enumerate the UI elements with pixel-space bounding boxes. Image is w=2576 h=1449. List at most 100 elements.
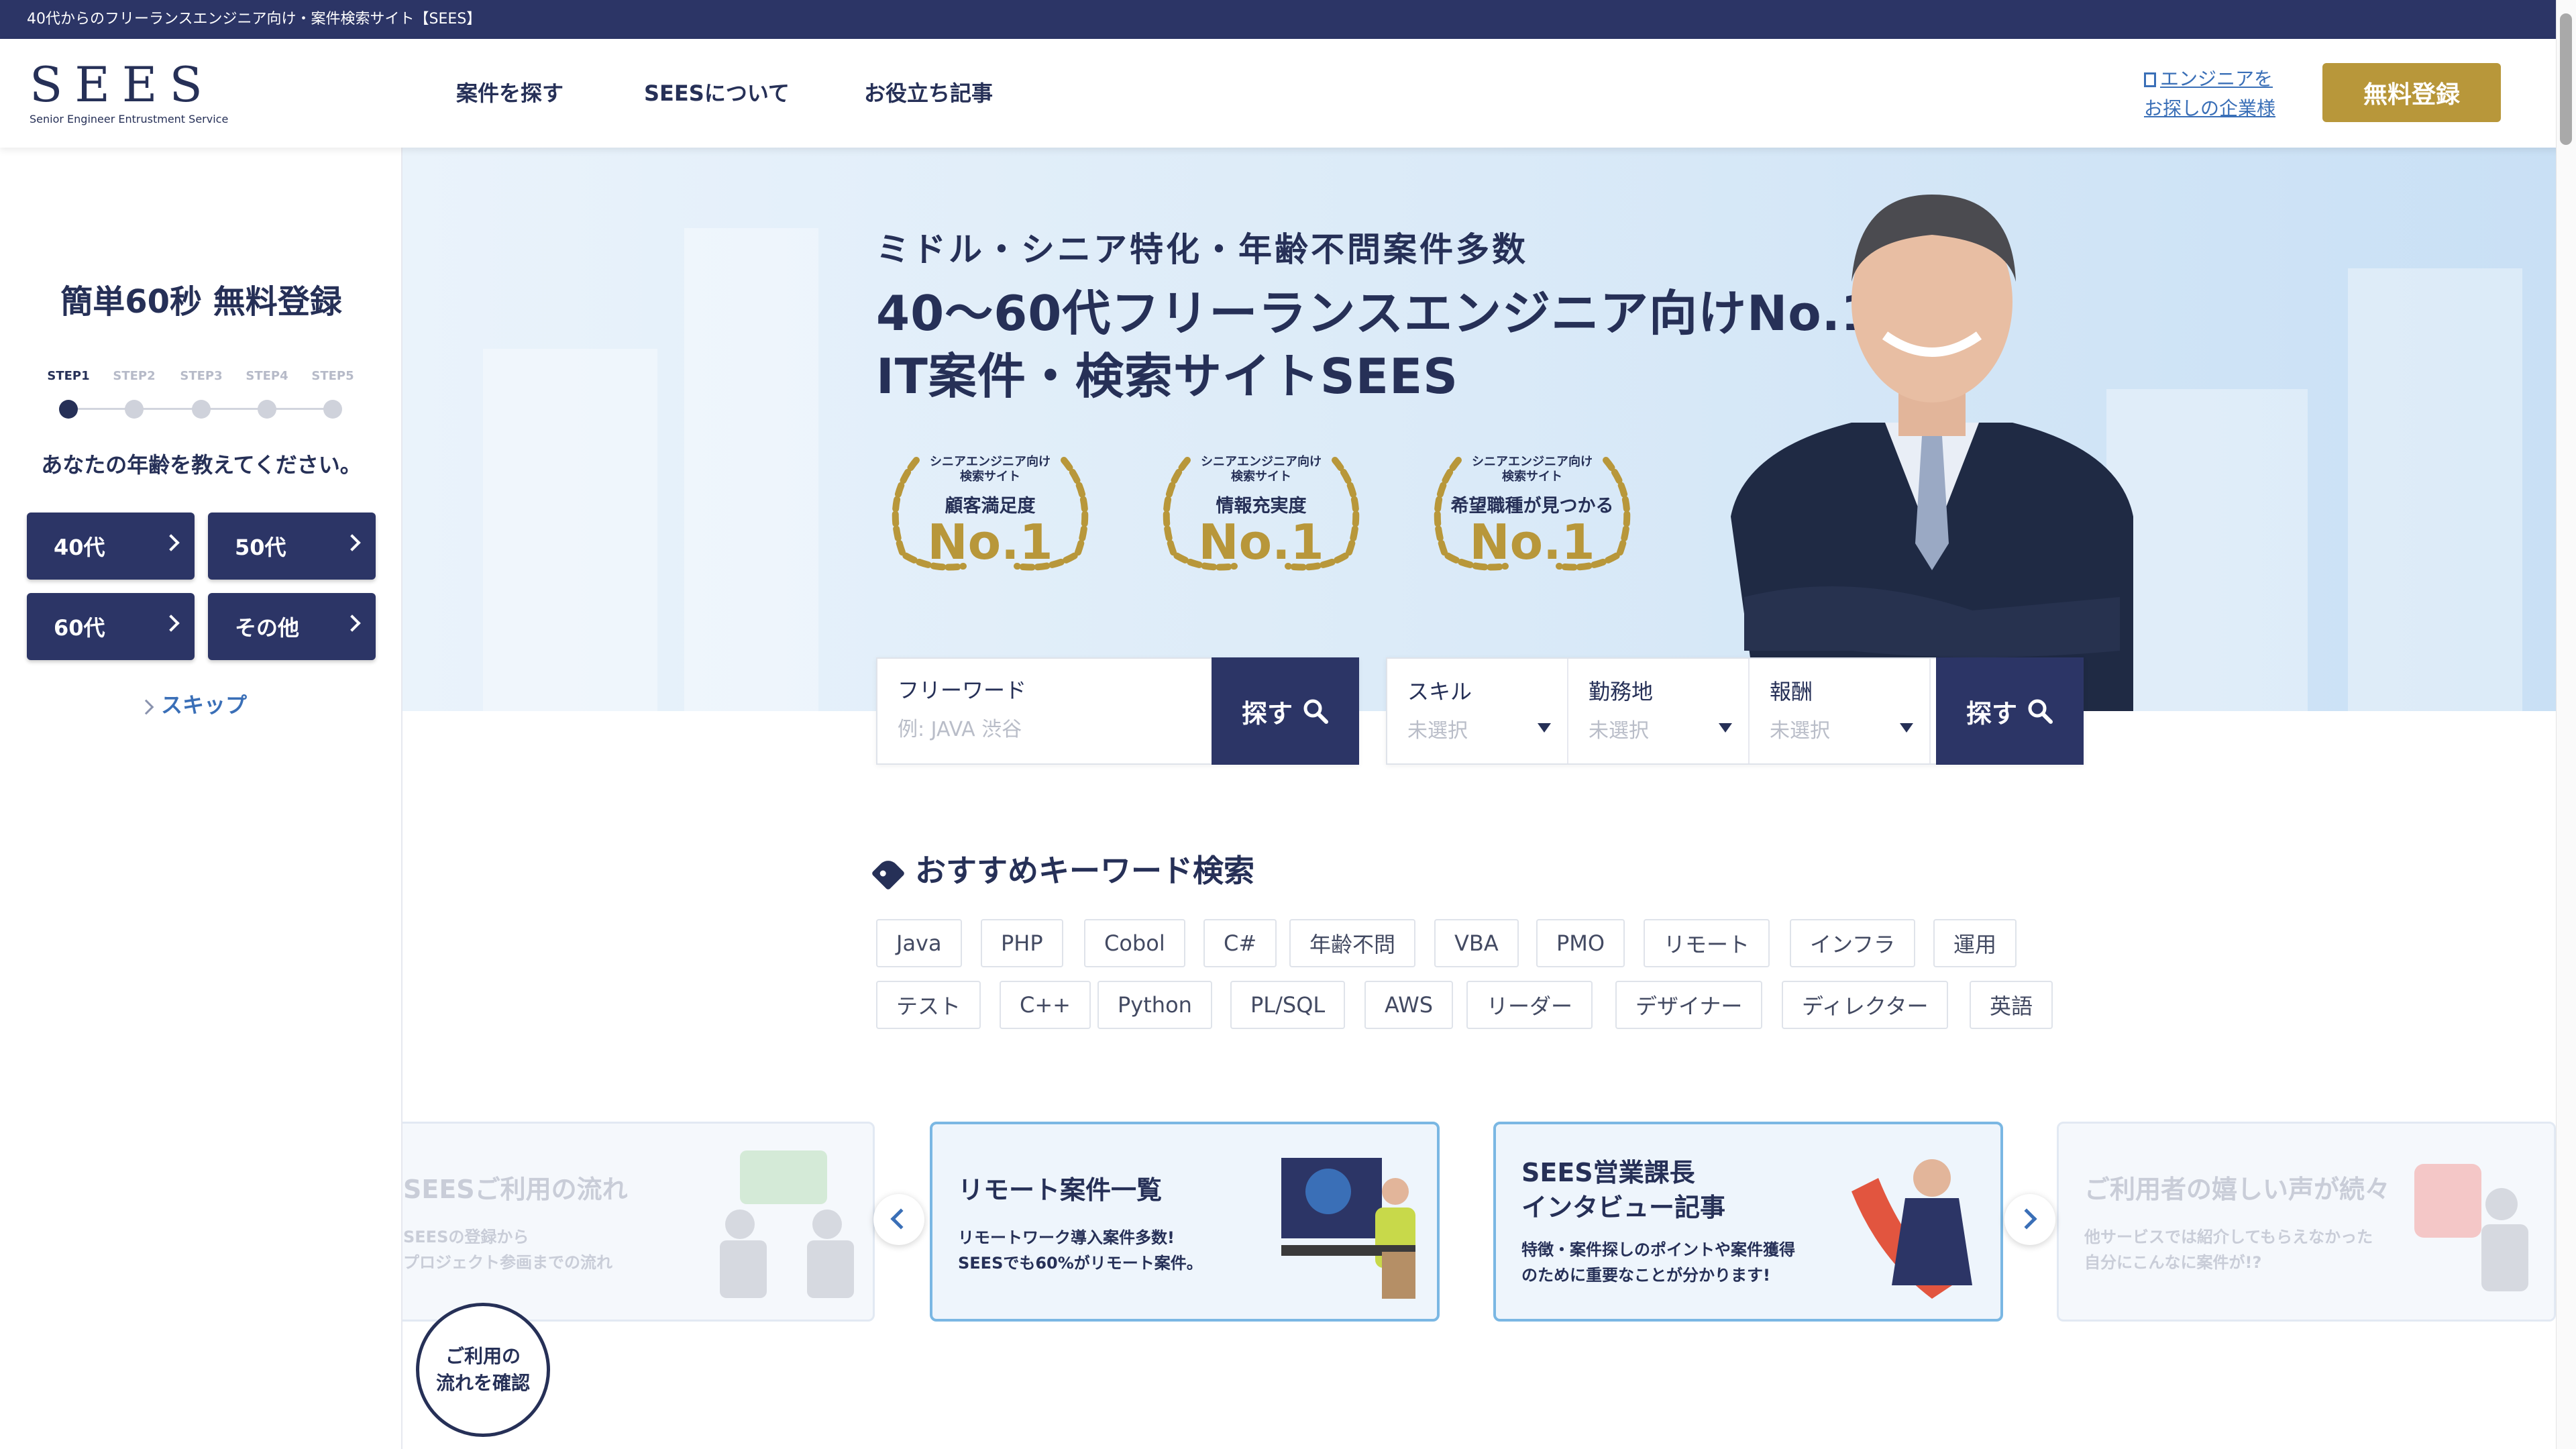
keyword-tag[interactable]: 年齢不問: [1289, 919, 1416, 967]
card-desc-line2: 自分にこんなに案件が!?: [2084, 1253, 2262, 1272]
keyword-tag[interactable]: C++: [1000, 981, 1091, 1029]
step-label-1: STEP1: [47, 369, 90, 383]
card-title: ご利用者の嬉しい声が続々: [2084, 1175, 2391, 1204]
hero-bg-shape: [684, 228, 818, 711]
keyword-tag[interactable]: ディレクター: [1782, 981, 1949, 1029]
keyword-tag[interactable]: テスト: [876, 981, 981, 1029]
reward-value: 未選択: [1770, 719, 1830, 743]
building-icon: [2144, 72, 2156, 87]
card-title-line1: SEES営業課長: [1521, 1158, 1695, 1187]
chevron-right-icon: [162, 614, 180, 632]
usage-flow-button[interactable]: ご利用の 流れを確認: [416, 1303, 550, 1437]
award-line1: シニアエンジニア向け: [1472, 455, 1593, 469]
location-value: 未選択: [1589, 719, 1649, 743]
skip-label: スキップ: [161, 692, 248, 718]
freeword-label: フリーワード: [898, 678, 1027, 703]
reward-label: 報酬: [1770, 679, 1813, 704]
chevron-left-icon: [890, 1208, 912, 1230]
skill-select[interactable]: スキル 未選択: [1387, 659, 1568, 763]
age-40s-label: 40代: [54, 535, 105, 560]
freeword-search-button[interactable]: 探す: [1212, 657, 1359, 765]
remote-work-illustration: [1281, 1158, 1415, 1299]
carousel-next-button[interactable]: [2004, 1194, 2055, 1245]
keyword-tag[interactable]: Python: [1097, 981, 1212, 1029]
skip-link[interactable]: スキップ: [138, 688, 248, 719]
corporate-link[interactable]: エンジニアを お探しの企業様: [2144, 64, 2298, 123]
age-40s-button[interactable]: 40代: [27, 513, 195, 580]
chevron-right-icon: [343, 614, 361, 632]
keyword-tag[interactable]: デザイナー: [1615, 981, 1763, 1029]
nav-articles[interactable]: お役立ち記事: [864, 76, 993, 107]
carousel-prev-button[interactable]: [873, 1194, 924, 1245]
hero-bg-shape: [483, 349, 657, 711]
flow-button-line2: 流れを確認: [435, 1372, 530, 1394]
keyword-tag[interactable]: 運用: [1933, 919, 2017, 967]
keyword-tag[interactable]: PHP: [981, 919, 1063, 967]
card-interview-article[interactable]: SEES営業課長 インタビュー記事 特徴・案件探しのポイントや案件獲得 のために重…: [1493, 1122, 2003, 1322]
keyword-tag[interactable]: PL/SQL: [1230, 981, 1346, 1029]
hero-heading-line2: IT案件・検索サイトSEES: [876, 348, 1458, 405]
award-rank: No.1: [1469, 514, 1595, 570]
freeword-search: フリーワード 例: JAVA 渋谷 探す: [876, 657, 1359, 765]
step-label-3: STEP3: [180, 369, 223, 383]
age-50s-button[interactable]: 50代: [208, 513, 376, 580]
chevron-right-icon: [162, 534, 180, 551]
award-line1: シニアエンジニア向け: [930, 455, 1051, 469]
businessman-photo: [1731, 195, 2133, 711]
sidebar-title: 簡単60秒 無料登録: [60, 283, 342, 321]
search-button-label: 探す: [1966, 698, 2017, 729]
card-desc-line2: プロジェクト参画までの流れ: [403, 1253, 612, 1272]
card-user-voices[interactable]: ご利用者の嬉しい声が続々 他サービスでは紹介してもらえなかった 自分にこんなに案…: [2057, 1122, 2556, 1322]
keyword-tag[interactable]: 英語: [1970, 981, 2053, 1029]
keyword-tag[interactable]: VBA: [1434, 919, 1519, 967]
site-logo[interactable]: SEES Senior Engineer Entrustment Service: [30, 58, 228, 125]
page-scrollbar[interactable]: [2556, 0, 2576, 1449]
age-60s-label: 60代: [54, 615, 105, 641]
freeword-input[interactable]: 例: JAVA 渋谷: [898, 712, 1022, 742]
businessman-illustration: [1851, 1159, 1972, 1299]
keyword-tag[interactable]: Cobol: [1084, 919, 1185, 967]
filter-search-button[interactable]: 探す: [1936, 657, 2084, 765]
logo-mark: SEES: [30, 56, 215, 113]
nav-about-sees[interactable]: SEESについて: [644, 76, 790, 107]
keyword-tag[interactable]: リモート: [1644, 919, 1770, 967]
hero-subheading: ミドル・シニア特化・年齢不問案件多数: [876, 230, 1528, 269]
corporate-link-line2: お探しの企業様: [2144, 97, 2276, 119]
age-question: あなたの年齢を教えてください。: [41, 452, 362, 478]
keyword-tag[interactable]: Java: [876, 919, 962, 967]
award-badge-information: シニアエンジニア向け 検索サイト 情報充実度 No.1: [1140, 447, 1382, 574]
corporate-link-line1: エンジニアを: [2160, 68, 2273, 90]
card-title: リモート案件一覧: [958, 1175, 1163, 1205]
keyword-tag[interactable]: C#: [1203, 919, 1277, 967]
keyword-tag[interactable]: PMO: [1536, 919, 1625, 967]
age-other-label: その他: [235, 615, 300, 641]
free-register-button[interactable]: 無料登録: [2322, 63, 2501, 122]
award-line2: 検索サイト: [1502, 470, 1562, 484]
caret-down-icon: [1538, 723, 1551, 733]
step-dot-1: [59, 400, 78, 419]
age-other-button[interactable]: その他: [208, 593, 376, 660]
reward-select[interactable]: 報酬 未選択: [1750, 659, 1931, 763]
card-usage-flow[interactable]: SEESご利用の流れ SEESの登録から プロジェクト参画までの流れ: [376, 1122, 875, 1322]
keyword-tag[interactable]: インフラ: [1790, 919, 1916, 967]
age-50s-label: 50代: [235, 535, 286, 560]
keyword-section-title: おすすめキーワード検索: [871, 847, 1254, 891]
chevron-right-icon: [2016, 1208, 2037, 1230]
hero-bg-shape: [2348, 268, 2522, 711]
keyword-tag[interactable]: リーダー: [1466, 981, 1593, 1029]
keyword-tag[interactable]: AWS: [1364, 981, 1454, 1029]
tag-icon: [871, 856, 906, 890]
step-indicator: STEP1 STEP2 STEP3 STEP4 STEP5: [40, 369, 362, 423]
award-line2: 検索サイト: [1231, 470, 1291, 484]
card-remote-jobs[interactable]: リモート案件一覧 リモートワーク導入案件多数! SEESでも60%がリモート案件…: [930, 1122, 1440, 1322]
age-60s-button[interactable]: 60代: [27, 593, 195, 660]
step-dot-5: [323, 400, 342, 419]
skill-value: 未選択: [1407, 719, 1468, 743]
award-badge-job-match: シニアエンジニア向け 検索サイト 希望職種が見つかる No.1: [1411, 447, 1653, 574]
chevron-right-icon: [343, 534, 361, 551]
location-select[interactable]: 勤務地 未選択: [1568, 659, 1750, 763]
step-dot-2: [125, 400, 144, 419]
card-desc-line2: のために重要なことが分かります!: [1521, 1266, 1770, 1285]
nav-find-jobs[interactable]: 案件を探す: [456, 76, 564, 107]
scrollbar-thumb[interactable]: [2560, 13, 2572, 145]
